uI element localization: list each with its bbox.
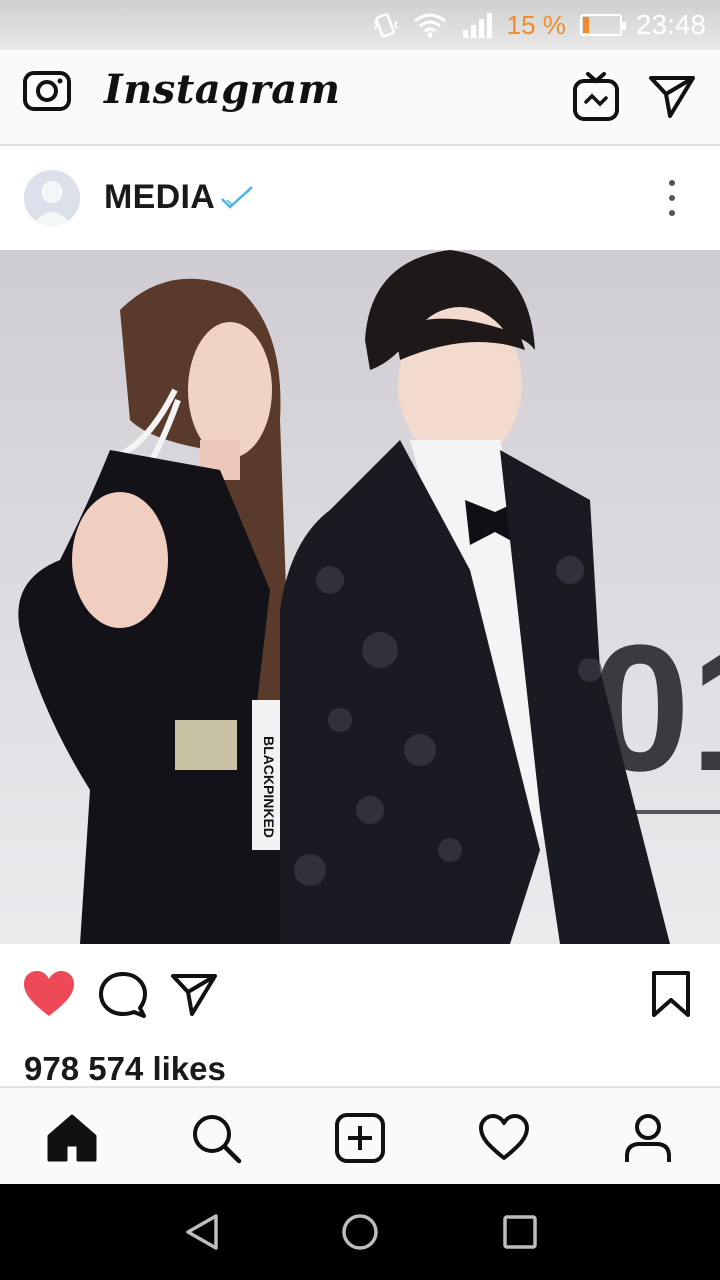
post-actions — [0, 944, 720, 1044]
battery-percent: 15 % — [506, 9, 566, 40]
signal-icon — [461, 12, 493, 38]
home-icon[interactable] — [46, 1112, 98, 1164]
profile-icon[interactable] — [622, 1112, 674, 1164]
wifi-icon — [413, 12, 447, 38]
photo-sign-text: BLACKPINKED — [261, 736, 277, 838]
like-heart-icon[interactable] — [22, 970, 76, 1018]
igtv-icon[interactable] — [572, 70, 620, 122]
camera-icon[interactable] — [22, 66, 74, 114]
home-circle-icon[interactable] — [340, 1212, 380, 1252]
recents-icon[interactable] — [502, 1214, 538, 1250]
share-icon[interactable] — [170, 972, 218, 1016]
back-icon[interactable] — [182, 1212, 222, 1252]
post-photo[interactable]: 01 BLACKPINKED — [0, 250, 720, 944]
system-navigation-bar — [0, 1184, 720, 1280]
bookmark-icon[interactable] — [650, 970, 692, 1018]
bottom-navigation — [0, 1086, 720, 1184]
post-author[interactable]: MEDIA — [104, 178, 255, 217]
status-clock: 23:48 — [635, 9, 706, 40]
direct-message-icon[interactable] — [648, 74, 696, 118]
app-header: Instagram — [0, 50, 720, 146]
status-bar: 15 % 23:48 — [0, 0, 720, 50]
avatar[interactable] — [24, 170, 80, 226]
add-post-icon[interactable] — [334, 1112, 386, 1164]
vibrate-icon — [373, 11, 399, 39]
verified-check-icon — [219, 183, 255, 213]
instagram-logo: Instagram — [104, 66, 341, 113]
post-header: MEDIA — [0, 148, 720, 250]
more-options-icon[interactable] — [660, 180, 684, 216]
activity-heart-icon[interactable] — [478, 1112, 530, 1164]
likes-count[interactable]: 978 574 likes — [24, 1050, 226, 1088]
username[interactable]: MEDIA — [104, 178, 215, 217]
search-icon[interactable] — [190, 1112, 242, 1164]
battery-icon — [579, 14, 626, 36]
comment-icon[interactable] — [98, 970, 148, 1018]
battery-level-fill — [582, 17, 589, 33]
